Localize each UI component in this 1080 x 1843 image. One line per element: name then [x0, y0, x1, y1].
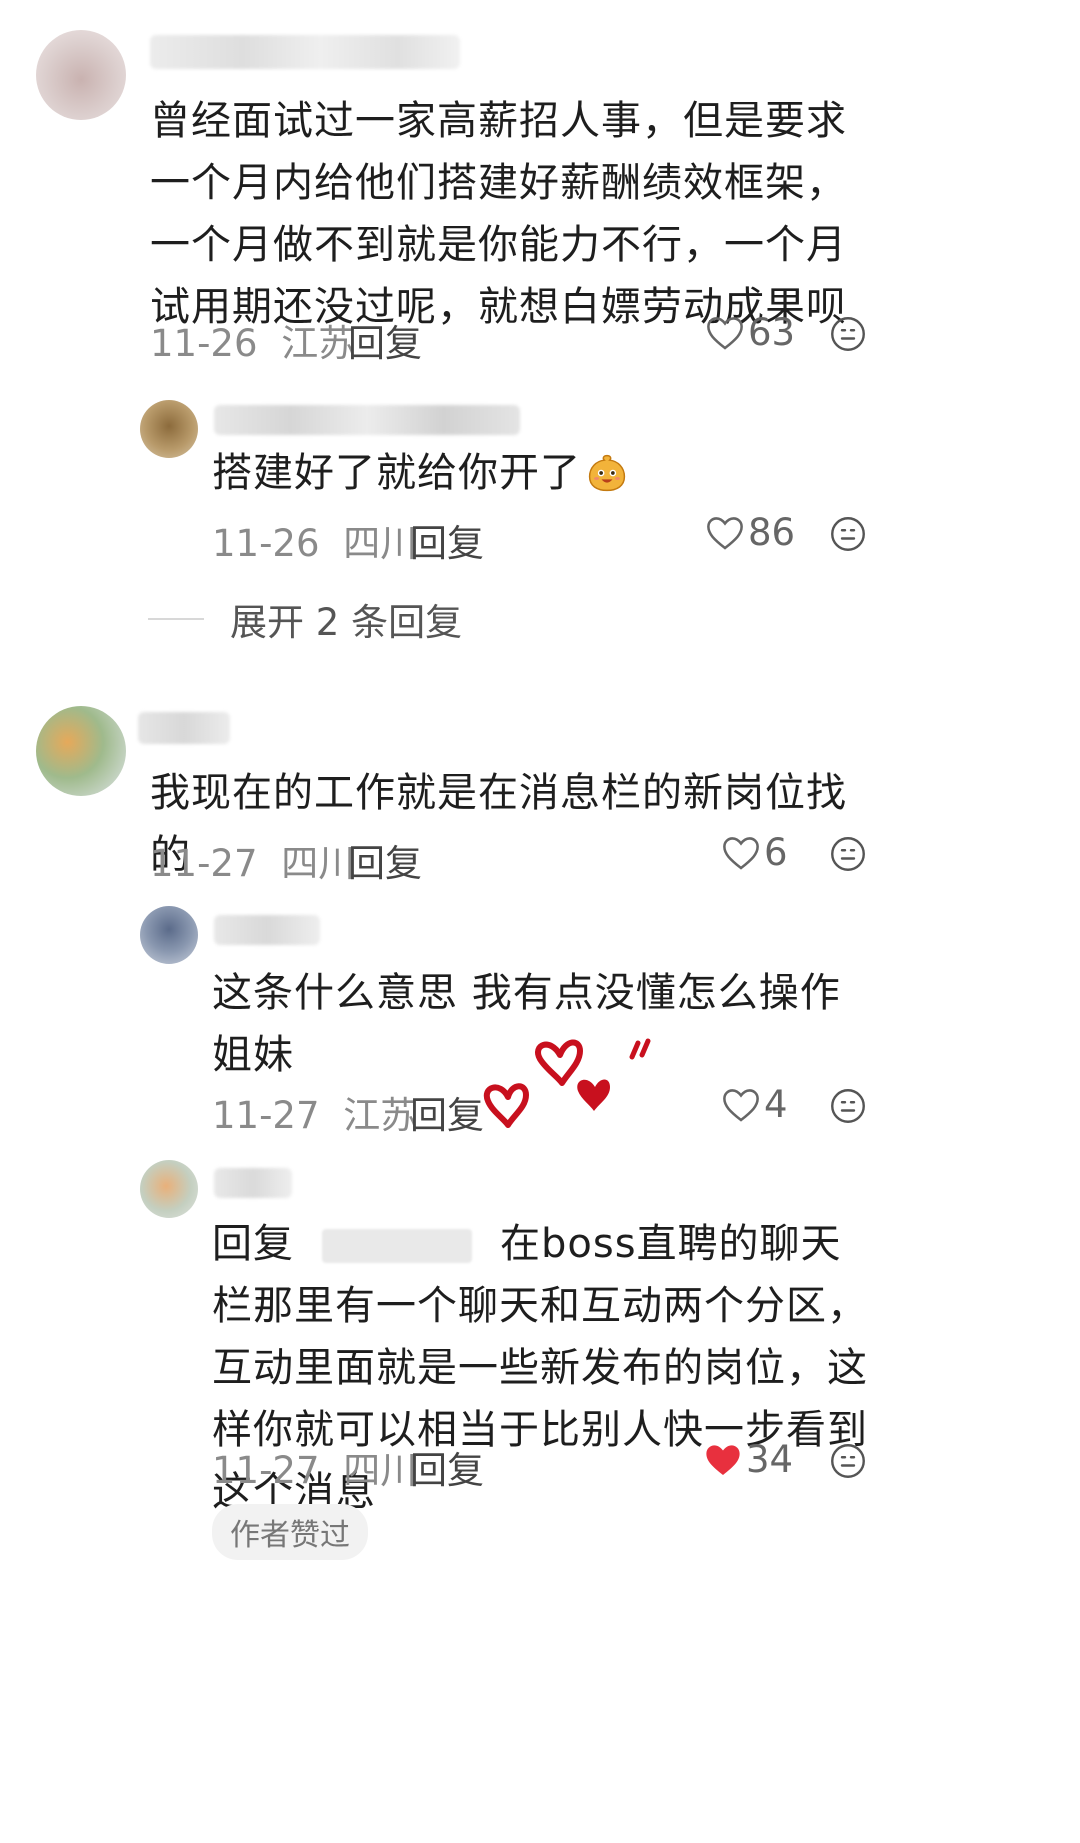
- reply-button[interactable]: 回复: [348, 833, 422, 887]
- comment-date: 11-27: [150, 842, 258, 885]
- meh-face-icon[interactable]: [830, 1088, 866, 1124]
- reply-button[interactable]: 回复: [410, 513, 484, 567]
- comment-date: 11-27: [212, 1094, 320, 1137]
- heart-outline-icon: [723, 836, 759, 870]
- meh-face-icon[interactable]: [830, 316, 866, 352]
- meh-face-icon[interactable]: [830, 1443, 866, 1479]
- doodle-heart-filled-icon: [577, 1079, 610, 1111]
- heart-outline-icon: [707, 316, 743, 350]
- comment-meta: 11-27 江苏: [212, 1085, 417, 1139]
- avatar[interactable]: [140, 906, 198, 964]
- divider-line: [148, 618, 204, 620]
- username-blurred[interactable]: [214, 915, 320, 945]
- avatar[interactable]: [140, 400, 198, 458]
- comment-text-content: 搭建好了就给你开了: [212, 450, 581, 496]
- heart-doodles: [483, 1038, 651, 1128]
- avatar[interactable]: [36, 706, 126, 796]
- comment-meta: 11-26 四川: [212, 513, 417, 567]
- username-blurred[interactable]: [150, 35, 460, 69]
- avatar[interactable]: [36, 30, 126, 120]
- comment-location: 江苏: [281, 322, 356, 365]
- comment-meta: 11-27 四川: [212, 1440, 417, 1494]
- like-button[interactable]: 6: [722, 831, 788, 874]
- reply-button[interactable]: 回复: [410, 1440, 484, 1494]
- comment-location: 四川: [281, 842, 356, 885]
- doodle-quote-marks: [629, 1038, 651, 1060]
- expand-replies-label: 展开 2 条回复: [230, 601, 463, 644]
- avatar[interactable]: [140, 1160, 198, 1218]
- comment-text: 曾经面试过一家高薪招人事，但是要求一个月内给他们搭建好薪酬绩效框架，一个月做不到…: [150, 98, 847, 330]
- username-blurred[interactable]: [138, 712, 230, 744]
- doodle-heart-outline-icon: [535, 1039, 583, 1086]
- comment-location: 四川: [343, 1449, 418, 1492]
- author-liked-badge: 作者赞过: [212, 1504, 368, 1560]
- comment-date: 11-26: [212, 522, 320, 565]
- meh-face-icon[interactable]: [830, 836, 866, 872]
- like-button[interactable]: 63: [706, 311, 795, 354]
- like-count: 86: [748, 511, 796, 554]
- username-blurred[interactable]: [214, 405, 520, 435]
- like-count: 63: [748, 311, 796, 354]
- comment-text: 搭建好了就给你开了: [212, 442, 872, 504]
- heart-outline-icon: [707, 516, 743, 550]
- reply-button[interactable]: 回复: [348, 313, 422, 367]
- comment-location: 四川: [343, 522, 418, 565]
- smiling-face-emoji: [588, 454, 626, 492]
- doodle-heart-outline-icon: [483, 1083, 529, 1128]
- like-button[interactable]: 86: [706, 511, 795, 554]
- like-count: 4: [764, 1083, 788, 1126]
- comment-meta: 11-27 四川: [150, 833, 355, 887]
- heart-outline-icon: [723, 1088, 759, 1122]
- comment-location: 江苏: [343, 1094, 418, 1137]
- meh-face-icon[interactable]: [830, 516, 866, 552]
- heart-filled-icon: [706, 1444, 740, 1475]
- expand-replies-button[interactable]: 展开 2 条回复: [148, 592, 462, 646]
- like-button[interactable]: 34: [704, 1438, 793, 1481]
- mention-blurred[interactable]: [322, 1229, 472, 1263]
- comment-date: 11-27: [212, 1449, 320, 1492]
- reply-prefix: 回复: [212, 1221, 294, 1267]
- comment-meta: 11-26 江苏: [150, 313, 355, 367]
- like-count: 6: [764, 831, 788, 874]
- like-button[interactable]: 4: [722, 1083, 788, 1126]
- username-blurred[interactable]: [214, 1168, 292, 1198]
- like-count: 34: [746, 1438, 794, 1481]
- comment-date: 11-26: [150, 322, 258, 365]
